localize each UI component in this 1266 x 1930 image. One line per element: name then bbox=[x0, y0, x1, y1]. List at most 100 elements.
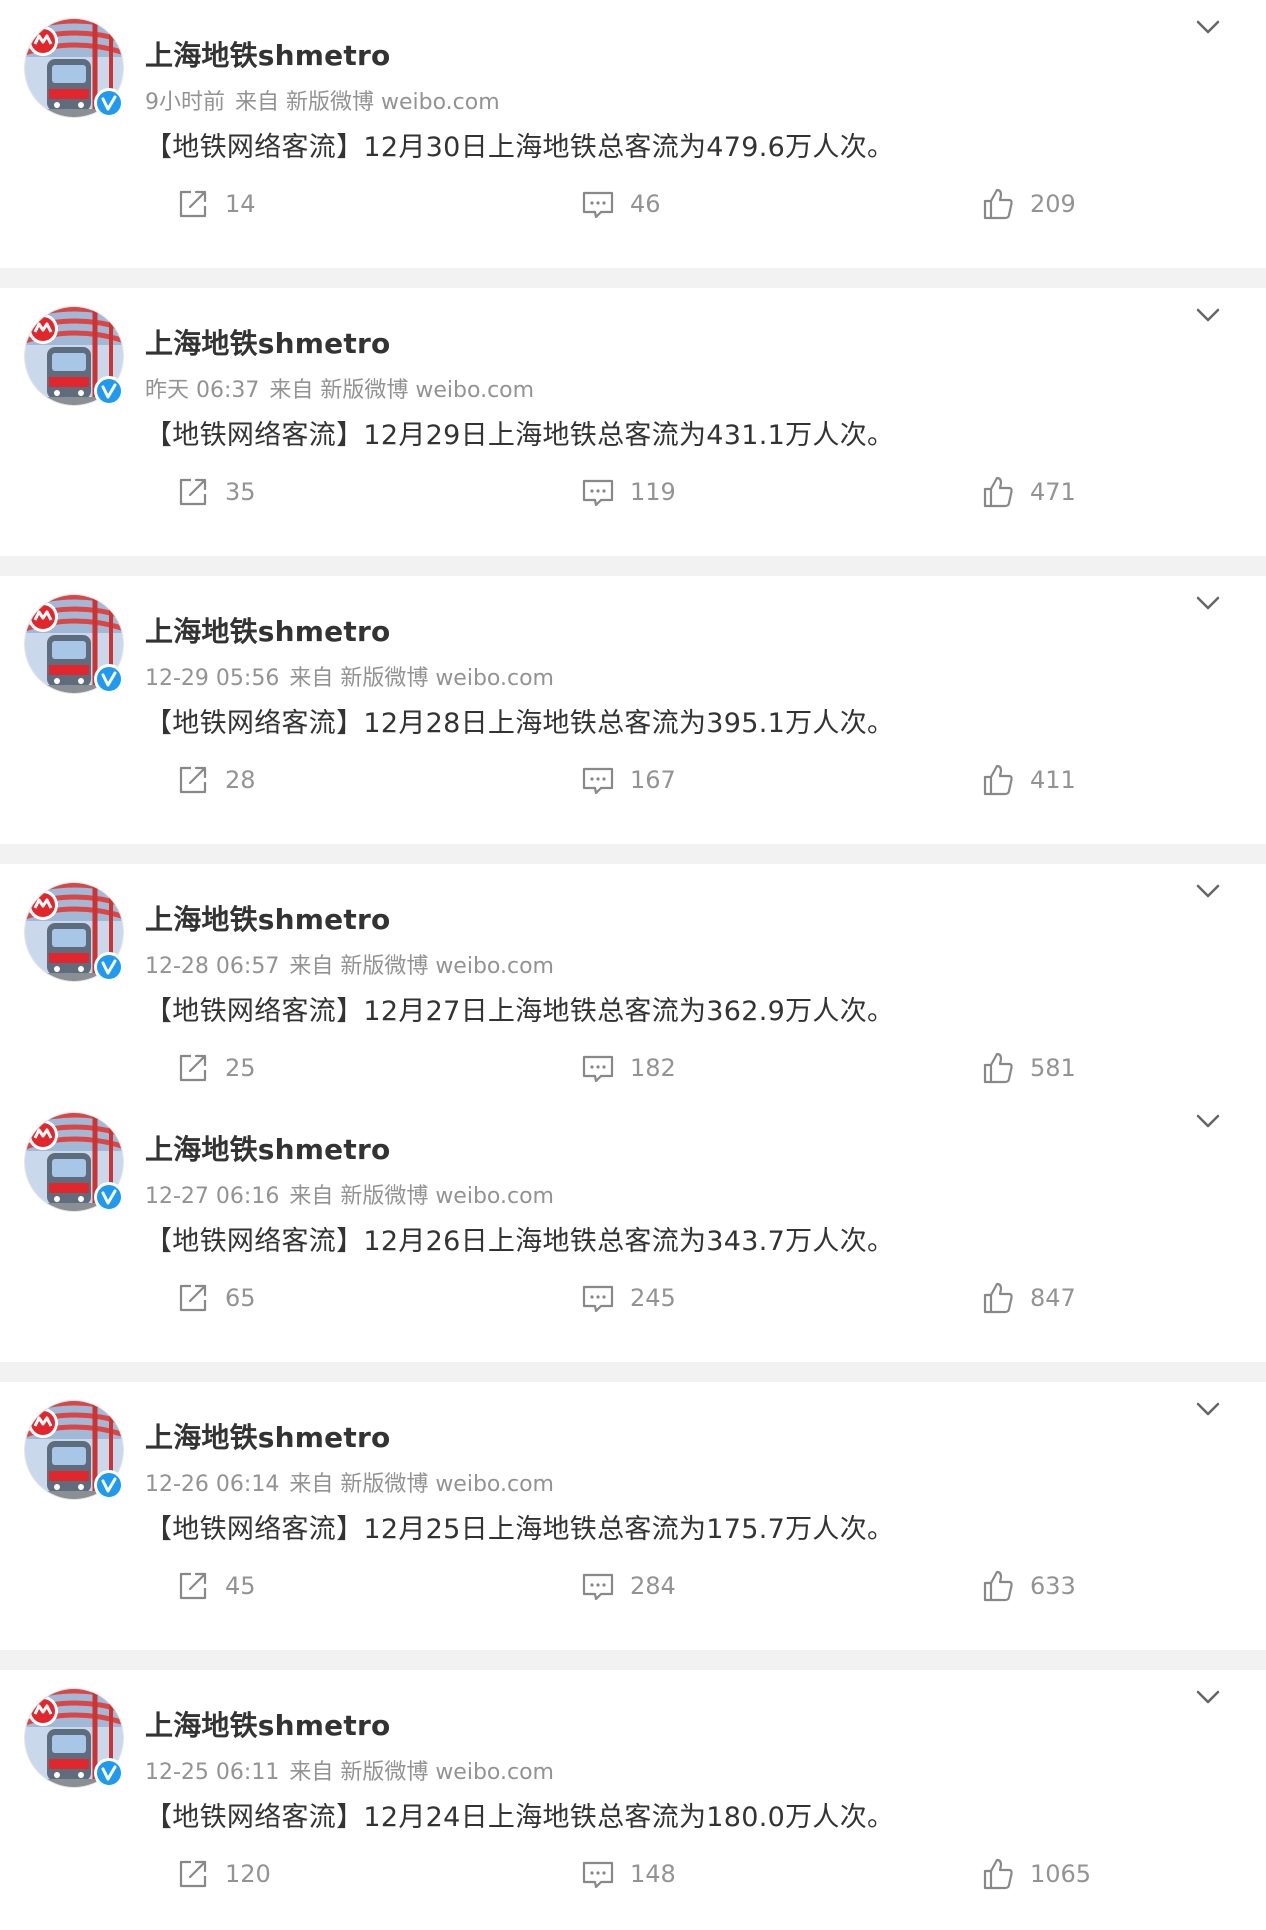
thumbs-up-icon bbox=[980, 1856, 1016, 1892]
repost-icon bbox=[175, 1568, 211, 1604]
post-meta: 12-28 06:57 来自 新版微博 weibo.com bbox=[145, 948, 564, 980]
post-meta: 12-26 06:14 来自 新版微博 weibo.com bbox=[145, 1466, 564, 1498]
avatar[interactable] bbox=[24, 306, 124, 406]
post-time[interactable]: 12-25 06:11 bbox=[145, 1760, 279, 1785]
like-count: 411 bbox=[1030, 766, 1076, 794]
post-time[interactable]: 昨天 06:37 bbox=[145, 378, 259, 403]
chevron-down-icon[interactable] bbox=[1188, 296, 1228, 336]
verified-badge-icon bbox=[94, 1182, 124, 1212]
like-button[interactable]: 1065 bbox=[980, 1856, 1091, 1892]
repost-button[interactable]: 14 bbox=[175, 186, 256, 222]
post-time[interactable]: 12-26 06:14 bbox=[145, 1472, 279, 1497]
author-name[interactable]: 上海地铁shmetro bbox=[145, 34, 390, 74]
comment-count: 182 bbox=[630, 1054, 676, 1082]
weibo-post: 上海地铁shmetro 昨天 06:37 来自 新版微博 weibo.com 【地… bbox=[0, 288, 1266, 556]
avatar[interactable] bbox=[24, 1688, 124, 1788]
like-count: 209 bbox=[1030, 190, 1076, 218]
like-button[interactable]: 581 bbox=[980, 1050, 1076, 1086]
comment-button[interactable]: 245 bbox=[580, 1280, 676, 1316]
author-name[interactable]: 上海地铁shmetro bbox=[145, 322, 390, 362]
post-text: 【地铁网络客流】12月24日上海地铁总客流为180.0万人次。 bbox=[145, 1802, 895, 1833]
author-name[interactable]: 上海地铁shmetro bbox=[145, 610, 390, 650]
comment-icon bbox=[580, 1568, 616, 1604]
chevron-down-icon[interactable] bbox=[1188, 1678, 1228, 1718]
author-name[interactable]: 上海地铁shmetro bbox=[145, 1704, 390, 1744]
repost-button[interactable]: 65 bbox=[175, 1280, 256, 1316]
chevron-down-icon[interactable] bbox=[1188, 872, 1228, 912]
chevron-down-icon[interactable] bbox=[1188, 1102, 1228, 1142]
thumbs-up-icon bbox=[980, 474, 1016, 510]
post-source: 来自 新版微博 weibo.com bbox=[289, 1184, 554, 1209]
chevron-down-icon[interactable] bbox=[1188, 8, 1228, 48]
comment-icon bbox=[580, 474, 616, 510]
avatar[interactable] bbox=[24, 18, 124, 118]
chevron-down-icon[interactable] bbox=[1188, 1390, 1228, 1430]
post-meta: 昨天 06:37 来自 新版微博 weibo.com bbox=[145, 372, 544, 404]
like-count: 581 bbox=[1030, 1054, 1076, 1082]
avatar[interactable] bbox=[24, 1400, 124, 1500]
comment-count: 148 bbox=[630, 1860, 676, 1888]
like-button[interactable]: 209 bbox=[980, 186, 1076, 222]
comment-count: 245 bbox=[630, 1284, 676, 1312]
repost-count: 65 bbox=[225, 1284, 256, 1312]
repost-count: 25 bbox=[225, 1054, 256, 1082]
like-button[interactable]: 411 bbox=[980, 762, 1076, 798]
repost-button[interactable]: 120 bbox=[175, 1856, 271, 1892]
repost-icon bbox=[175, 1856, 211, 1892]
comment-button[interactable]: 119 bbox=[580, 474, 676, 510]
like-button[interactable]: 633 bbox=[980, 1568, 1076, 1604]
comment-button[interactable]: 284 bbox=[580, 1568, 676, 1604]
avatar[interactable] bbox=[24, 882, 124, 982]
repost-icon bbox=[175, 1280, 211, 1316]
chevron-down-icon[interactable] bbox=[1188, 584, 1228, 624]
repost-count: 120 bbox=[225, 1860, 271, 1888]
post-source: 来自 新版微博 weibo.com bbox=[289, 1760, 554, 1785]
verified-badge-icon bbox=[94, 664, 124, 694]
like-button[interactable]: 847 bbox=[980, 1280, 1076, 1316]
repost-count: 14 bbox=[225, 190, 256, 218]
comment-count: 119 bbox=[630, 478, 676, 506]
verified-badge-icon bbox=[94, 1470, 124, 1500]
avatar[interactable] bbox=[24, 1112, 124, 1212]
like-count: 471 bbox=[1030, 478, 1076, 506]
weibo-post: 上海地铁shmetro 12-25 06:11 来自 新版微博 weibo.com… bbox=[0, 1670, 1266, 1930]
comment-button[interactable]: 148 bbox=[580, 1856, 676, 1892]
author-name[interactable]: 上海地铁shmetro bbox=[145, 1416, 390, 1456]
post-source: 来自 新版微博 weibo.com bbox=[269, 378, 535, 403]
post-source: 来自 新版微博 weibo.com bbox=[289, 954, 554, 979]
comment-icon bbox=[580, 186, 616, 222]
post-text: 【地铁网络客流】12月25日上海地铁总客流为175.7万人次。 bbox=[145, 1514, 895, 1545]
post-source: 来自 新版微博 weibo.com bbox=[235, 90, 500, 115]
post-time[interactable]: 9小时前 bbox=[145, 90, 225, 115]
comment-icon bbox=[580, 762, 616, 798]
comment-button[interactable]: 46 bbox=[580, 186, 661, 222]
verified-badge-icon bbox=[94, 376, 124, 406]
repost-button[interactable]: 35 bbox=[175, 474, 256, 510]
repost-icon bbox=[175, 762, 211, 798]
avatar[interactable] bbox=[24, 594, 124, 694]
comment-button[interactable]: 167 bbox=[580, 762, 676, 798]
like-button[interactable]: 471 bbox=[980, 474, 1076, 510]
post-text: 【地铁网络客流】12月30日上海地铁总客流为479.6万人次。 bbox=[145, 132, 895, 163]
repost-button[interactable]: 25 bbox=[175, 1050, 256, 1086]
post-source: 来自 新版微博 weibo.com bbox=[289, 666, 554, 691]
repost-icon bbox=[175, 1050, 211, 1086]
thumbs-up-icon bbox=[980, 1568, 1016, 1604]
repost-button[interactable]: 28 bbox=[175, 762, 256, 798]
repost-button[interactable]: 45 bbox=[175, 1568, 256, 1604]
repost-icon bbox=[175, 474, 211, 510]
post-time[interactable]: 12-29 05:56 bbox=[145, 666, 279, 691]
post-meta: 12-25 06:11 来自 新版微博 weibo.com bbox=[145, 1754, 564, 1786]
weibo-feed: 上海地铁shmetro 9小时前 来自 新版微博 weibo.com 【地铁网络客… bbox=[0, 0, 1266, 1930]
comment-icon bbox=[580, 1050, 616, 1086]
like-count: 633 bbox=[1030, 1572, 1076, 1600]
post-meta: 12-29 05:56 来自 新版微博 weibo.com bbox=[145, 660, 564, 692]
author-name[interactable]: 上海地铁shmetro bbox=[145, 1128, 390, 1168]
like-count: 1065 bbox=[1030, 1860, 1092, 1888]
comment-count: 46 bbox=[630, 190, 661, 218]
weibo-post: 上海地铁shmetro 12-29 05:56 来自 新版微博 weibo.com… bbox=[0, 576, 1266, 844]
post-time[interactable]: 12-28 06:57 bbox=[145, 954, 279, 979]
comment-button[interactable]: 182 bbox=[580, 1050, 676, 1086]
author-name[interactable]: 上海地铁shmetro bbox=[145, 898, 390, 938]
post-time[interactable]: 12-27 06:16 bbox=[145, 1184, 279, 1209]
